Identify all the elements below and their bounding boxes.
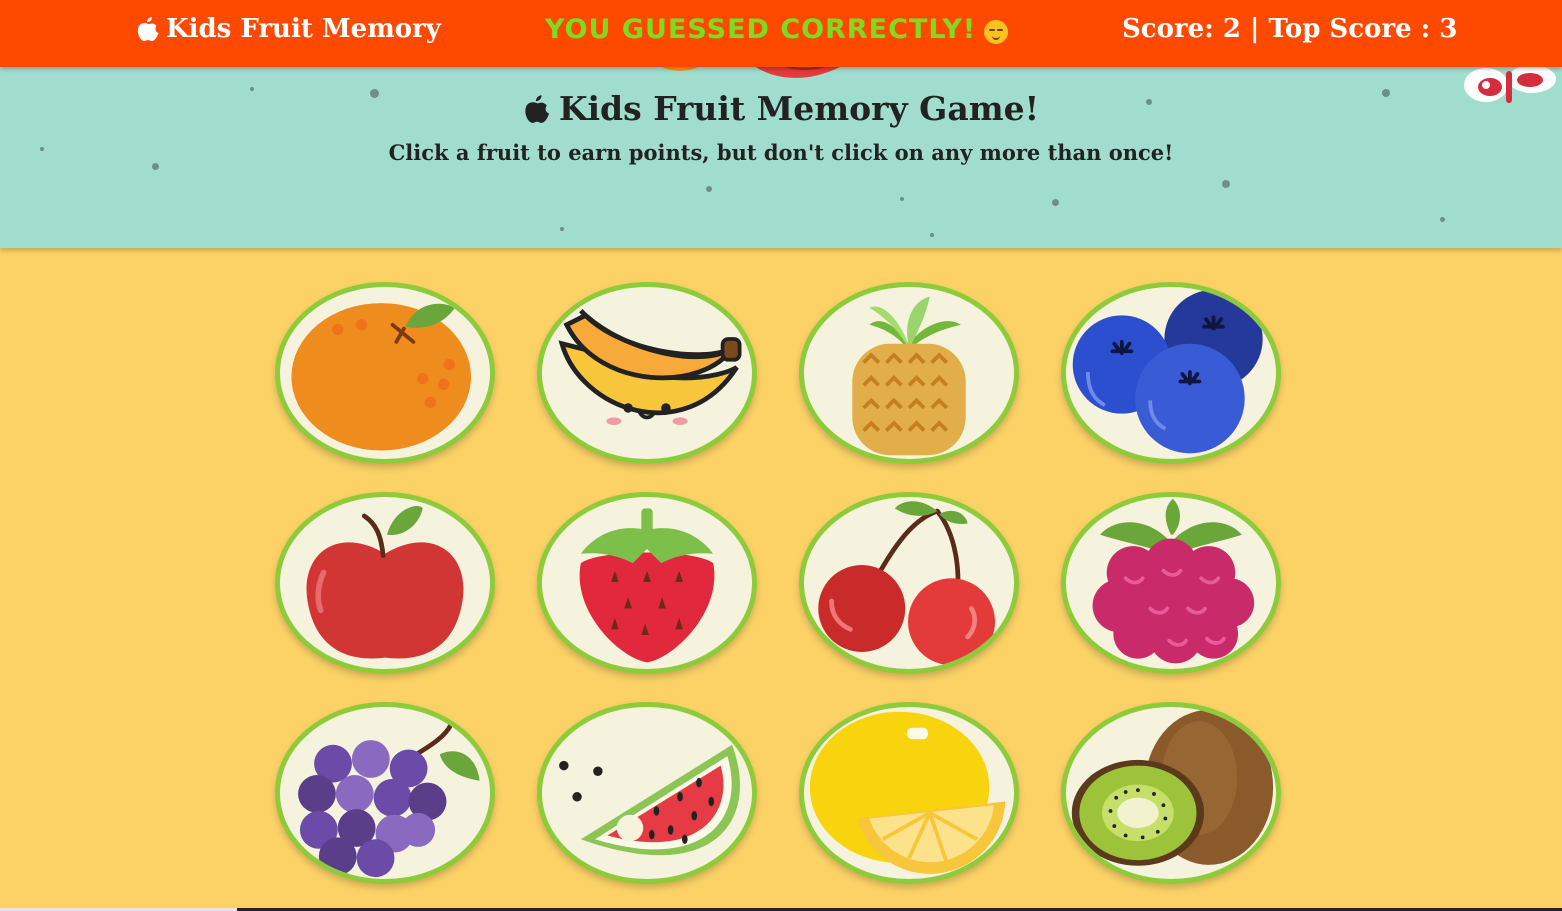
guess-status-message: YOU GUESSED CORRECTLY!	[545, 14, 977, 45]
strawberry-icon	[579, 508, 715, 663]
apple-icon	[525, 94, 549, 123]
grapes-icon	[298, 721, 480, 878]
apple-fruit-icon	[306, 505, 464, 659]
brand-link[interactable]: Kids Fruit Memory	[136, 14, 441, 44]
cherries-icon	[818, 501, 995, 666]
navbar: Kids Fruit Memory YOU GUESSED CORRECTLY!…	[0, 0, 1562, 67]
hero-banner: Kids Fruit Memory Game! Click a fruit to…	[0, 67, 1562, 248]
fruit-card-cherries[interactable]	[799, 492, 1019, 674]
page-title: Kids Fruit Memory Game!	[0, 89, 1562, 132]
fruit-card-blueberries[interactable]	[1061, 282, 1281, 464]
fruit-card-banana[interactable]	[537, 282, 757, 464]
fruit-card-orange[interactable]	[275, 282, 495, 464]
lemon-icon	[809, 711, 1006, 874]
fruit-card-lemon[interactable]	[799, 702, 1019, 884]
guess-status: YOU GUESSED CORRECTLY!	[545, 14, 1009, 45]
fruit-card-strawberry[interactable]	[537, 492, 757, 674]
blueberries-icon	[1072, 289, 1263, 454]
raspberry-icon	[1092, 498, 1255, 664]
page-title-text: Kids Fruit Memory Game!	[558, 89, 1040, 128]
score-display: Score: 2 | Top Score : 3	[1122, 14, 1458, 44]
fruit-card-apple[interactable]	[275, 492, 495, 674]
pineapple-icon	[852, 296, 966, 456]
fruit-card-raspberry[interactable]	[1061, 492, 1281, 674]
brand-label: Kids Fruit Memory	[166, 14, 441, 44]
relieved-face-icon	[984, 19, 1009, 44]
fruit-card-grapes[interactable]	[275, 702, 495, 884]
orange-icon	[291, 303, 471, 451]
fruit-card-pineapple[interactable]	[799, 282, 1019, 464]
fruit-card-kiwi[interactable]	[1061, 702, 1281, 884]
kiwi-icon	[1071, 709, 1274, 866]
fruit-card-watermelon[interactable]	[537, 702, 757, 884]
apple-icon	[137, 17, 159, 41]
watermelon-icon	[559, 744, 740, 856]
game-instructions: Click a fruit to earn points, but don't …	[388, 140, 1174, 165]
banana-icon	[558, 309, 742, 425]
